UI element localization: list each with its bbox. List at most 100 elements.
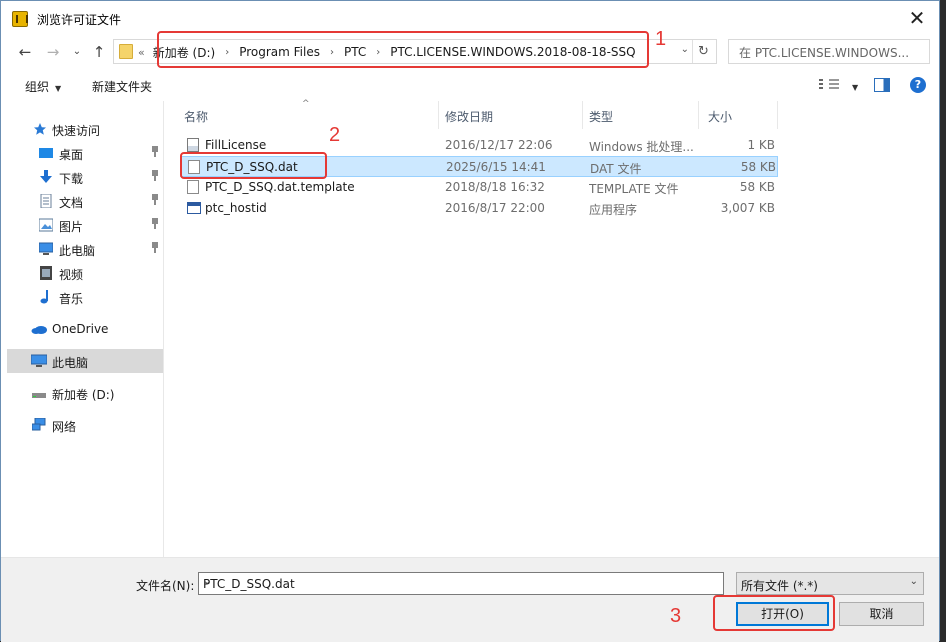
sidebar-item-label: 桌面 [59,148,84,162]
cloud-icon [31,326,47,334]
file-date: 2016/12/17 22:06 [445,138,553,152]
computer-icon [39,242,53,255]
file-date: 2018/8/18 16:32 [445,180,545,194]
batch-file-icon [187,138,199,152]
filename-input[interactable]: PTC_D_SSQ.dat ⌄ [198,572,724,595]
sidebar-item-onedrive[interactable]: OneDrive [7,317,163,341]
back-arrow-icon[interactable]: ← [15,42,35,62]
dialog-title: 浏览许可证文件 [37,13,122,27]
up-arrow-icon[interactable]: ↑ [89,42,109,62]
star-icon [34,123,46,135]
file-type-select[interactable]: 所有文件 (*.*) ⌄ [736,572,924,595]
file-type: TEMPLATE 文件 [589,182,679,196]
table-row[interactable]: ptc_hostid 2016/8/17 22:00 应用程序 3,007 KB [180,198,778,219]
recent-locations-chevron-icon[interactable]: ⌄ [67,42,87,62]
network-icon [32,418,46,431]
column-header-label: 大小 [708,110,733,124]
sidebar-item-label: 文档 [59,196,84,210]
cancel-button[interactable]: 取消 [839,602,924,626]
sidebar-item-quick-access[interactable]: 快速访问 [7,117,163,141]
desktop-icon [39,148,53,158]
sidebar-item-videos[interactable]: 视频 [7,261,163,285]
refresh-icon[interactable]: ↻ [692,40,714,63]
pin-icon[interactable] [151,146,159,157]
sidebar-item-label: 视频 [59,268,84,282]
view-caret-icon[interactable]: ▼ [846,79,858,93]
sidebar-item-label: 下载 [59,172,84,186]
search-placeholder: 在 PTC.LICENSE.WINDOWS... [739,46,910,60]
file-icon [187,180,199,194]
sidebar-item-label: 此电脑 [59,244,96,258]
sidebar-item-label: 图片 [59,220,84,234]
navigation-pane: 快速访问 桌面 下载 文档 图片 此电脑 视频 音乐 OneDrive 此电脑 … [7,101,164,557]
file-name: FillLicense [205,138,267,152]
file-size: 58 KB [740,160,776,174]
forward-arrow-icon[interactable]: → [43,42,63,62]
pin-icon[interactable] [151,218,159,229]
pin-icon[interactable] [151,194,159,205]
column-header-size[interactable]: 大小 [698,101,778,129]
file-date: 2025/6/15 14:41 [446,160,546,174]
drive-icon [32,393,46,398]
column-header-date[interactable]: 修改日期 [435,101,583,129]
chevron-down-icon: ⌄ [909,576,918,587]
search-input[interactable]: 在 PTC.LICENSE.WINDOWS... [728,39,930,64]
view-options-icon[interactable] [819,79,839,91]
sidebar-item-this-pc-pinned[interactable]: 此电脑 [7,237,163,261]
organize-menu-button[interactable]: 组织 ▼ [25,78,61,95]
annotation-number: 3 [670,605,682,627]
chevron-down-icon[interactable]: ⌄ [203,576,718,587]
annotation-number: 2 [329,124,341,146]
breadcrumb-overflow-icon[interactable]: « [138,46,145,59]
sidebar-item-label: 快速访问 [52,124,101,138]
table-row[interactable]: PTC_D_SSQ.dat.template 2018/8/18 16:32 T… [180,177,778,198]
video-icon [40,266,52,280]
sidebar-item-drive-d[interactable]: 新加卷 (D:) [7,381,163,405]
filename-label: 文件名(N): [136,579,195,593]
file-type: 应用程序 [589,203,638,217]
caret-down-icon: ▼ [55,84,62,93]
file-date: 2016/8/17 22:00 [445,201,545,215]
column-header-type[interactable]: 类型 [579,101,699,129]
sidebar-item-label: OneDrive [52,322,109,336]
file-size: 3,007 KB [720,201,775,215]
annotation-box-address [157,31,649,68]
annotation-number: 1 [655,28,667,50]
sidebar-item-documents[interactable]: 文档 [7,189,163,213]
computer-icon [31,354,47,367]
preview-pane-icon[interactable] [874,78,890,92]
new-folder-button[interactable]: 新建文件夹 [92,78,152,95]
file-type: Windows 批处理... [589,140,694,154]
sidebar-item-network[interactable]: 网络 [7,413,163,437]
file-name: PTC_D_SSQ.dat.template [205,180,355,194]
app-logo-icon [12,11,28,27]
sidebar-item-downloads[interactable]: 下载 [7,165,163,189]
sidebar-item-label: 此电脑 [52,356,89,370]
file-size: 58 KB [739,180,775,194]
pin-icon[interactable] [151,170,159,181]
application-icon [187,202,201,214]
document-icon [40,194,52,208]
file-name: ptc_hostid [205,201,267,215]
sidebar-item-label: 音乐 [59,292,84,306]
column-header-label: 修改日期 [445,110,494,124]
close-button[interactable]: ✕ [903,5,931,33]
column-header-label: 名称 [184,110,209,124]
sidebar-item-desktop[interactable]: 桌面 [7,141,163,165]
sort-ascending-icon: ^ [302,99,310,109]
pin-icon[interactable] [151,242,159,253]
file-open-dialog: 浏览许可证文件 ✕ ← → ⌄ ↑ « 新加卷 (D:) › Program F… [0,0,940,642]
sidebar-item-music[interactable]: 音乐 [7,285,163,309]
sidebar-item-this-pc[interactable]: 此电脑 [7,349,163,373]
folder-icon [119,44,133,59]
sidebar-item-label: 网络 [52,420,77,434]
picture-icon [39,218,53,232]
address-dropdown-icon[interactable]: ⌄ [681,44,689,55]
music-icon [40,290,48,304]
download-icon [40,170,52,183]
file-type: DAT 文件 [590,162,642,176]
column-header-name[interactable]: 名称 ^ [174,99,439,129]
sidebar-item-pictures[interactable]: 图片 [7,213,163,237]
sidebar-item-label: 新加卷 (D:) [52,388,115,402]
help-icon[interactable]: ? [910,77,926,93]
